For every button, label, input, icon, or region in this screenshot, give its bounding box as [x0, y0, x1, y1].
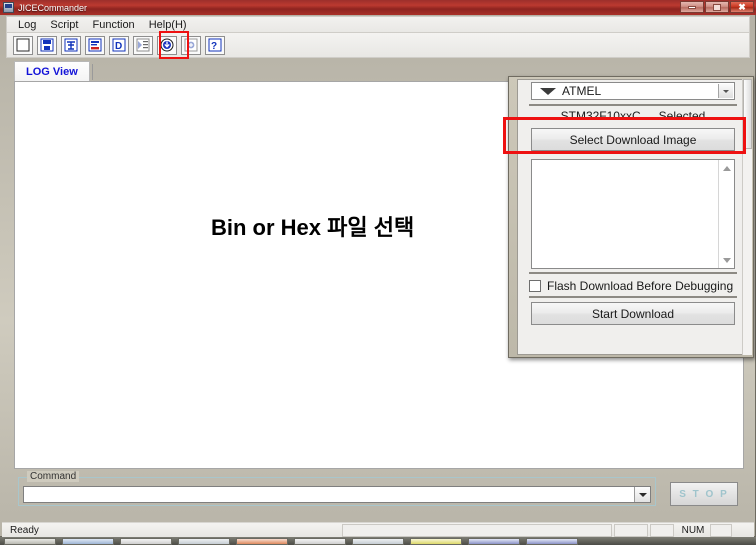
status-progress-pane: [342, 523, 612, 537]
stop-button[interactable]: S T O P: [670, 482, 738, 506]
taskbar-item-1[interactable]: [4, 537, 56, 545]
atmel-logo-icon: [540, 87, 556, 96]
command-group: Command: [18, 471, 656, 506]
window-controls: ✖: [680, 1, 754, 13]
scroll-up-button[interactable]: [719, 161, 734, 175]
help-question-icon: ?: [208, 38, 222, 52]
download-panel-window: ATMEL STM32F10xxC Selected Select Downloa…: [508, 76, 754, 358]
command-input[interactable]: [24, 487, 634, 502]
close-icon: ✖: [738, 1, 746, 12]
triangle-down-icon: [722, 257, 731, 263]
command-combobox[interactable]: [23, 486, 651, 503]
new-document-icon: [16, 38, 30, 52]
download-image-listbox[interactable]: [531, 159, 735, 269]
select-download-image-button[interactable]: Select Download Image: [531, 128, 735, 151]
command-dropdown-button[interactable]: [634, 487, 650, 502]
app-icon: [3, 2, 14, 13]
file-list-icon: [88, 38, 102, 52]
tab-log-view[interactable]: LOG View: [14, 61, 90, 82]
debug-button[interactable]: D: [109, 35, 129, 55]
taskbar-item-6[interactable]: [294, 537, 346, 545]
file-list-button[interactable]: [85, 35, 105, 55]
image-list-scrollbar[interactable]: [718, 160, 734, 268]
separator-middle: [529, 272, 737, 274]
menu-bar: Log Script Function Help(H): [6, 16, 750, 33]
taskbar-item-7[interactable]: [352, 537, 404, 545]
status-message: Ready: [10, 524, 39, 536]
chevron-down-icon: [723, 89, 729, 93]
chevron-down-icon: [638, 492, 647, 497]
menu-item-help[interactable]: Help(H): [142, 18, 194, 32]
download-panel-scrollbar[interactable]: [742, 79, 752, 355]
screen: JICECommander ✖ Log Script Function Help…: [0, 0, 756, 545]
status-pane-b: [650, 523, 674, 537]
taskbar-item-10[interactable]: [526, 537, 578, 545]
flash-download-checkbox[interactable]: [529, 280, 541, 292]
script-run-icon: [64, 38, 78, 52]
selected-device-row: STM32F10xxC Selected: [529, 109, 737, 123]
toolbar: D ?: [6, 33, 750, 58]
save-button[interactable]: [37, 35, 57, 55]
svg-text:?: ?: [211, 41, 217, 52]
help-button[interactable]: ?: [205, 35, 225, 55]
separator-top: [529, 104, 737, 106]
taskbar: [0, 537, 756, 545]
save-disk-icon: [40, 38, 54, 52]
taskbar-item-9[interactable]: [468, 537, 520, 545]
vendor-combobox[interactable]: ATMEL: [531, 82, 735, 100]
taskbar-item-2[interactable]: [62, 537, 114, 545]
download-panel-client: ATMEL STM32F10xxC Selected Select Downloa…: [517, 79, 747, 355]
menu-item-function[interactable]: Function: [85, 18, 141, 32]
status-num-indicator: NUM: [681, 524, 705, 536]
maximize-icon: [713, 3, 721, 11]
minimize-icon: [688, 5, 696, 9]
maximize-button[interactable]: [705, 1, 729, 13]
triangle-up-icon: [722, 165, 731, 171]
window-list-icon: [136, 38, 150, 52]
selected-device-state: Selected: [658, 109, 706, 123]
connect-plus-icon: [184, 38, 198, 52]
vendor-dropdown-button[interactable]: [718, 84, 733, 98]
minimize-button[interactable]: [680, 1, 704, 13]
status-pane-a: [614, 523, 648, 537]
log-annotation-text: Bin or Hex 파일 선택: [211, 215, 415, 240]
scroll-down-button[interactable]: [719, 253, 734, 267]
flash-download-checkbox-label: Flash Download Before Debugging: [547, 279, 734, 293]
tab-divider: [92, 64, 93, 80]
menu-item-log[interactable]: Log: [11, 18, 43, 32]
taskbar-item-3[interactable]: [120, 537, 172, 545]
debug-d-icon: D: [112, 38, 126, 52]
status-bar: Ready NUM: [2, 522, 754, 537]
taskbar-item-5[interactable]: [236, 537, 288, 545]
download-panel-scroll-thumb[interactable]: [743, 79, 752, 149]
script-run-button[interactable]: [61, 35, 81, 55]
taskbar-item-8[interactable]: [410, 537, 462, 545]
separator-bottom: [529, 296, 737, 298]
tab-log-view-label: LOG View: [26, 66, 78, 78]
start-download-button[interactable]: Start Download: [531, 302, 735, 325]
flash-download-checkbox-row[interactable]: Flash Download Before Debugging: [529, 278, 737, 294]
download-target-icon: [160, 38, 174, 52]
vendor-combobox-value: ATMEL: [562, 84, 602, 98]
new-document-button[interactable]: [13, 35, 33, 55]
command-group-label: Command: [27, 471, 80, 482]
title-bar[interactable]: JICECommander ✖: [0, 0, 756, 15]
download-target-button[interactable]: [157, 35, 177, 55]
taskbar-item-4[interactable]: [178, 537, 230, 545]
connect-button[interactable]: [181, 35, 201, 55]
selected-device-name: STM32F10xxC: [560, 109, 641, 123]
close-button[interactable]: ✖: [730, 1, 754, 13]
window-list-button[interactable]: [133, 35, 153, 55]
window-title: JICECommander: [18, 2, 88, 13]
svg-text:D: D: [115, 41, 122, 52]
status-pane-c: [710, 523, 732, 537]
menu-item-script[interactable]: Script: [43, 18, 85, 32]
